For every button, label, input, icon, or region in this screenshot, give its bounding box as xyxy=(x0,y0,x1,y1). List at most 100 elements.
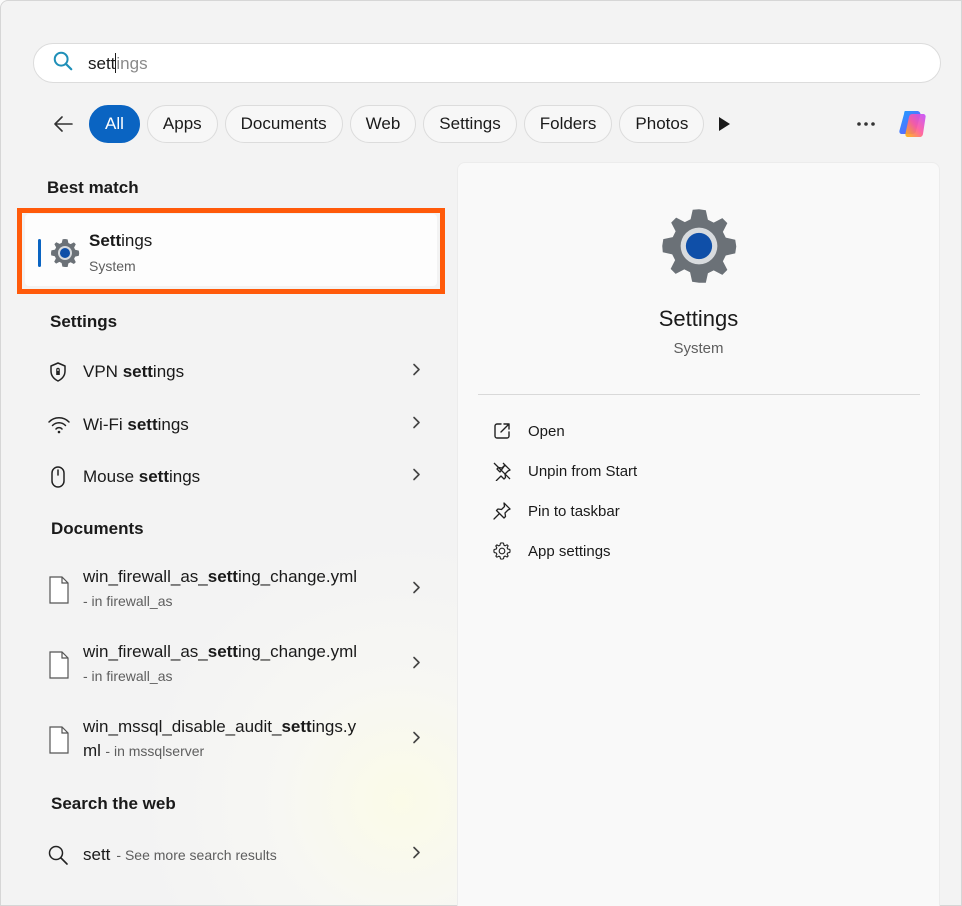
best-match-heading: Best match xyxy=(47,178,139,197)
settings-gear-icon xyxy=(49,237,81,274)
scroll-filters-button[interactable] xyxy=(711,105,737,143)
play-icon xyxy=(719,117,730,131)
more-options-button[interactable] xyxy=(853,105,879,143)
chevron-right-icon[interactable] xyxy=(411,731,421,750)
chevron-right-icon[interactable] xyxy=(411,581,421,600)
shield-icon xyxy=(47,361,83,383)
chevron-right-icon[interactable] xyxy=(411,656,421,675)
preview-subtitle: System xyxy=(673,340,724,357)
best-match-settings-app[interactable] xyxy=(25,214,437,286)
document-location: - in firewall_as xyxy=(83,668,173,684)
search-query: settings xyxy=(88,52,148,74)
search-input[interactable]: settings xyxy=(33,43,941,83)
list-item-document[interactable]: win_firewall_as_setting_change.yml - in … xyxy=(47,642,437,688)
document-location: - in mssqlserver xyxy=(105,743,205,759)
open-action[interactable]: Open xyxy=(492,421,565,441)
document-text: win_mssql_disable_audit_settings.y ml - … xyxy=(83,717,356,761)
app-settings-action[interactable]: App settings xyxy=(492,541,611,561)
chevron-right-icon[interactable] xyxy=(411,468,421,487)
document-name: win_firewall_as_setting_change.yml xyxy=(83,567,357,587)
preview-title: Settings xyxy=(658,306,739,331)
search-window: settings All Apps Documents Web Settings… xyxy=(0,0,962,906)
list-item-web-search[interactable]: sett - See more search results xyxy=(47,841,437,869)
action-label: App settings xyxy=(528,542,611,560)
filter-documents[interactable]: Documents xyxy=(224,105,343,143)
document-icon xyxy=(47,717,83,755)
best-match-subtitle: System xyxy=(89,258,136,274)
filter-web[interactable]: Web xyxy=(349,105,417,143)
unpin-icon xyxy=(493,462,511,481)
label-match: sett xyxy=(281,717,312,736)
list-item-label: Wi-Fi settings xyxy=(83,415,189,435)
label-part: ing_change.yml xyxy=(237,642,358,661)
search-web-heading: Search the web xyxy=(51,794,176,813)
pin-to-taskbar-action[interactable]: Pin to taskbar xyxy=(492,501,620,521)
title-rest-part: ings xyxy=(121,231,153,250)
label-match: sett xyxy=(127,415,158,434)
action-label: Pin to taskbar xyxy=(528,502,620,520)
list-item-document[interactable]: win_firewall_as_setting_change.yml - in … xyxy=(47,567,437,613)
chevron-right-icon[interactable] xyxy=(411,363,421,382)
mouse-icon xyxy=(47,465,83,489)
label-part: Wi-Fi xyxy=(83,415,128,434)
filter-bar: All Apps Documents Web Settings Folders … xyxy=(45,105,711,143)
label-part: VPN xyxy=(83,362,123,381)
settings-section-heading: Settings xyxy=(50,312,118,331)
document-name-continued: ml xyxy=(83,741,101,760)
filter-photos[interactable]: Photos xyxy=(619,105,705,143)
gear-icon xyxy=(493,542,511,560)
document-name: win_mssql_disable_audit_settings.y xyxy=(83,717,356,737)
document-icon xyxy=(47,567,83,605)
list-item-wifi-settings[interactable]: Wi-Fi settings xyxy=(47,411,437,439)
label-match: sett xyxy=(207,642,238,661)
document-name-wrap: ml - in mssqlserver xyxy=(83,741,356,761)
preview-panel: Settings System Open Unpin from Start Pi… xyxy=(457,162,940,906)
back-button[interactable] xyxy=(45,106,81,142)
label-part: win_firewall_as_ xyxy=(83,642,208,661)
divider xyxy=(478,394,920,395)
label-part: win_firewall_as_ xyxy=(83,567,208,586)
filter-folders[interactable]: Folders xyxy=(523,105,613,143)
wifi-icon xyxy=(47,415,83,435)
list-item-mouse-settings[interactable]: Mouse settings xyxy=(47,463,437,491)
web-hint: - See more search results xyxy=(116,847,277,863)
unpin-from-start-action[interactable]: Unpin from Start xyxy=(492,461,637,481)
copilot-icon xyxy=(899,111,926,137)
label-part: ings xyxy=(168,467,201,486)
action-label: Open xyxy=(528,422,565,440)
pin-icon xyxy=(493,502,511,520)
title-match-part: Sett xyxy=(89,231,122,250)
label-part: ing_change.yml xyxy=(237,567,358,586)
label-part: ings xyxy=(152,362,185,381)
label-match: sett xyxy=(138,467,169,486)
filter-settings[interactable]: Settings xyxy=(423,105,517,143)
search-icon xyxy=(47,844,83,866)
copilot-button[interactable] xyxy=(895,105,933,143)
chevron-right-icon[interactable] xyxy=(411,846,421,865)
best-match-title: Settings xyxy=(89,231,152,251)
selection-indicator xyxy=(38,239,41,267)
arrow-left-icon xyxy=(54,116,73,132)
search-suggestion-text: ings xyxy=(116,53,148,73)
label-part: win_mssql_disable_audit_ xyxy=(83,717,282,736)
settings-gear-icon xyxy=(657,204,741,293)
filter-apps[interactable]: Apps xyxy=(146,105,218,143)
document-text: win_firewall_as_setting_change.yml - in … xyxy=(83,567,357,609)
list-item-document[interactable]: win_mssql_disable_audit_settings.y ml - … xyxy=(47,717,437,763)
action-label: Unpin from Start xyxy=(528,462,638,480)
label-part: Mouse xyxy=(83,467,139,486)
chevron-right-icon[interactable] xyxy=(411,416,421,435)
list-item-vpn-settings[interactable]: VPN settings xyxy=(47,358,437,386)
web-query: sett xyxy=(83,845,111,864)
search-typed-text: sett xyxy=(88,53,116,73)
document-icon xyxy=(47,642,83,680)
list-item-label: VPN settings xyxy=(83,362,184,382)
documents-section-heading: Documents xyxy=(51,519,144,538)
document-location: - in firewall_as xyxy=(83,593,173,609)
label-part: ings.y xyxy=(311,717,357,736)
label-part: ings xyxy=(157,415,189,434)
document-text: win_firewall_as_setting_change.yml - in … xyxy=(83,642,357,684)
search-icon xyxy=(52,50,74,77)
filter-all[interactable]: All xyxy=(89,105,140,143)
open-external-icon xyxy=(494,423,510,439)
